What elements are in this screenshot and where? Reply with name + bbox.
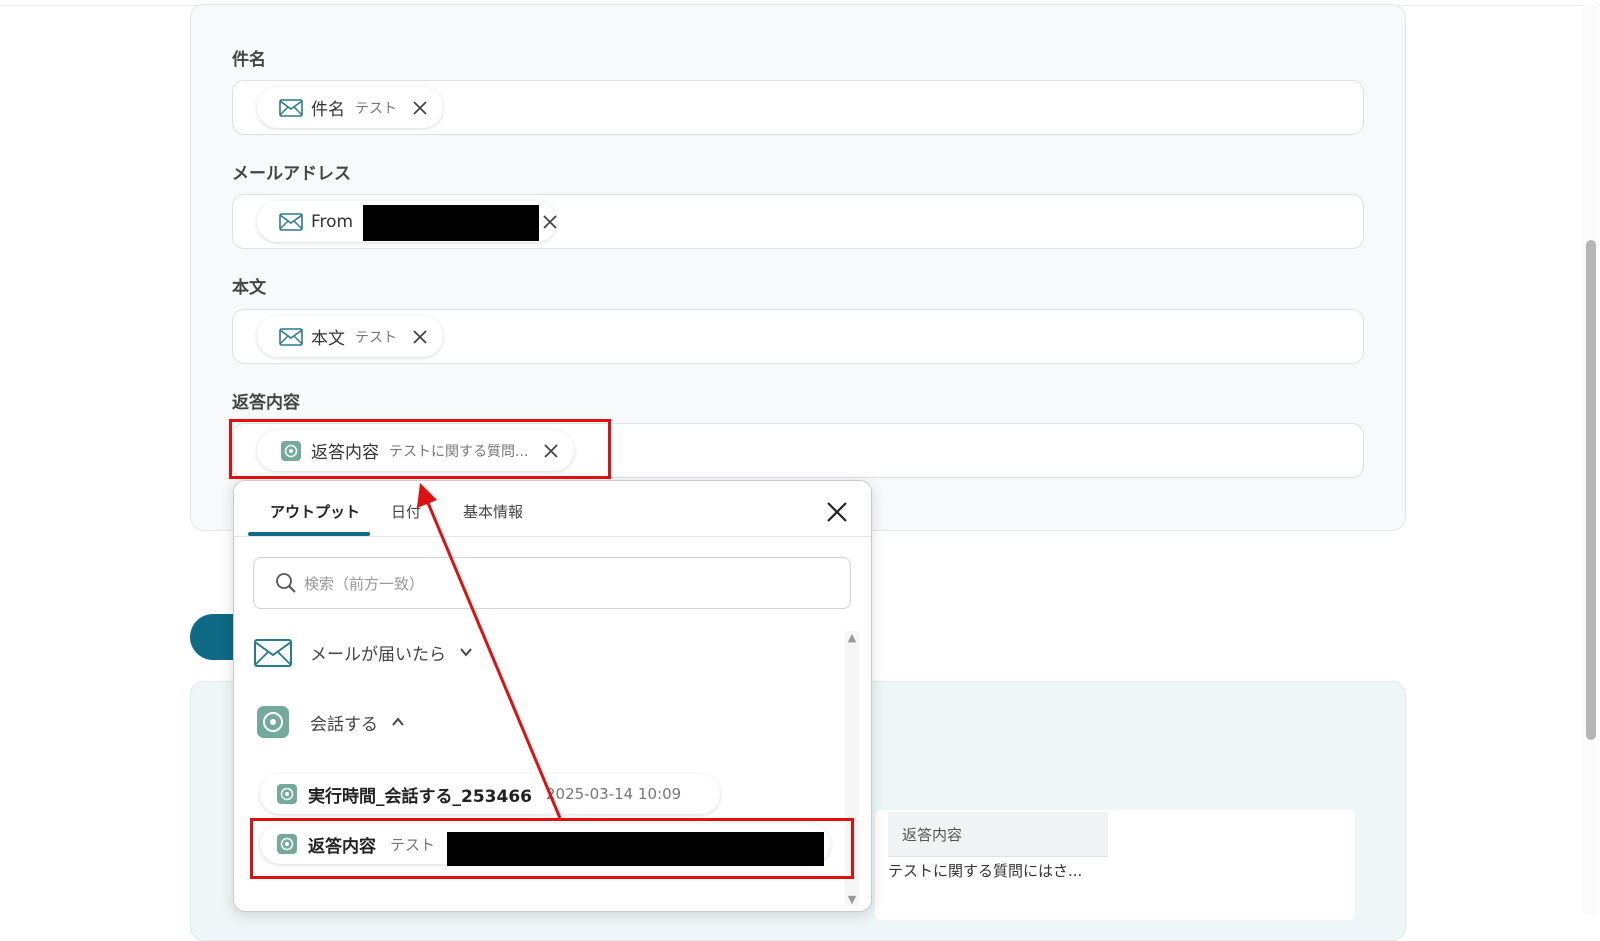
mail-icon xyxy=(279,210,303,234)
tab-output[interactable]: アウトプット xyxy=(270,501,360,522)
search-icon xyxy=(274,571,298,595)
table-header-cell: 返答内容 xyxy=(888,812,1108,857)
body-label: 本文 xyxy=(232,278,266,298)
remove-chip-icon[interactable] xyxy=(539,211,561,233)
highlight-reply-field xyxy=(229,419,611,479)
chevron-down-icon xyxy=(458,644,474,660)
output-item-exec-time[interactable]: 実行時間_会話する_253466 2025-03-14 10:09 xyxy=(260,774,720,814)
tab-basic-info[interactable]: 基本情報 xyxy=(463,501,523,522)
group-conversation[interactable]: 会話する xyxy=(252,701,406,743)
reply-label: 返答内容 xyxy=(232,393,300,413)
chip-value: テスト xyxy=(355,100,397,117)
mail-icon xyxy=(252,631,294,673)
body-field[interactable]: 本文 テスト xyxy=(232,309,1364,364)
scroll-up-icon[interactable]: ▲ xyxy=(845,631,859,644)
chip-name: 件名 xyxy=(311,100,345,120)
chip-name: 本文 xyxy=(311,329,345,349)
search-input[interactable] xyxy=(302,570,826,598)
mail-icon xyxy=(279,96,303,120)
group-mail-received[interactable]: メールが届いたら xyxy=(252,631,474,673)
chip-value: テスト xyxy=(355,329,397,346)
tab-divider xyxy=(234,536,871,537)
redacted-email xyxy=(363,205,539,241)
remove-chip-icon[interactable] xyxy=(409,326,431,348)
subject-label: 件名 xyxy=(232,50,266,70)
chatgpt-icon xyxy=(252,701,294,743)
chevron-up-icon xyxy=(390,714,406,730)
body-chip[interactable]: 本文 テスト xyxy=(257,316,443,357)
chip-name: From xyxy=(311,211,354,232)
chatgpt-icon xyxy=(276,783,298,805)
subject-chip[interactable]: 件名 テスト xyxy=(257,87,443,128)
email-label: メールアドレス xyxy=(232,164,351,184)
search-box[interactable] xyxy=(253,557,851,609)
scroll-down-icon[interactable]: ▼ xyxy=(845,893,859,906)
highlight-reply-item xyxy=(250,818,854,879)
remove-chip-icon[interactable] xyxy=(409,97,431,119)
close-icon[interactable] xyxy=(824,499,850,525)
mail-icon xyxy=(279,325,303,349)
subject-field[interactable]: 件名 テスト xyxy=(232,80,1364,135)
table-cell: テストに関する質問にはさ... xyxy=(888,862,1083,880)
page-scrollbar-thumb[interactable] xyxy=(1586,240,1596,740)
tab-date[interactable]: 日付 xyxy=(391,501,421,522)
